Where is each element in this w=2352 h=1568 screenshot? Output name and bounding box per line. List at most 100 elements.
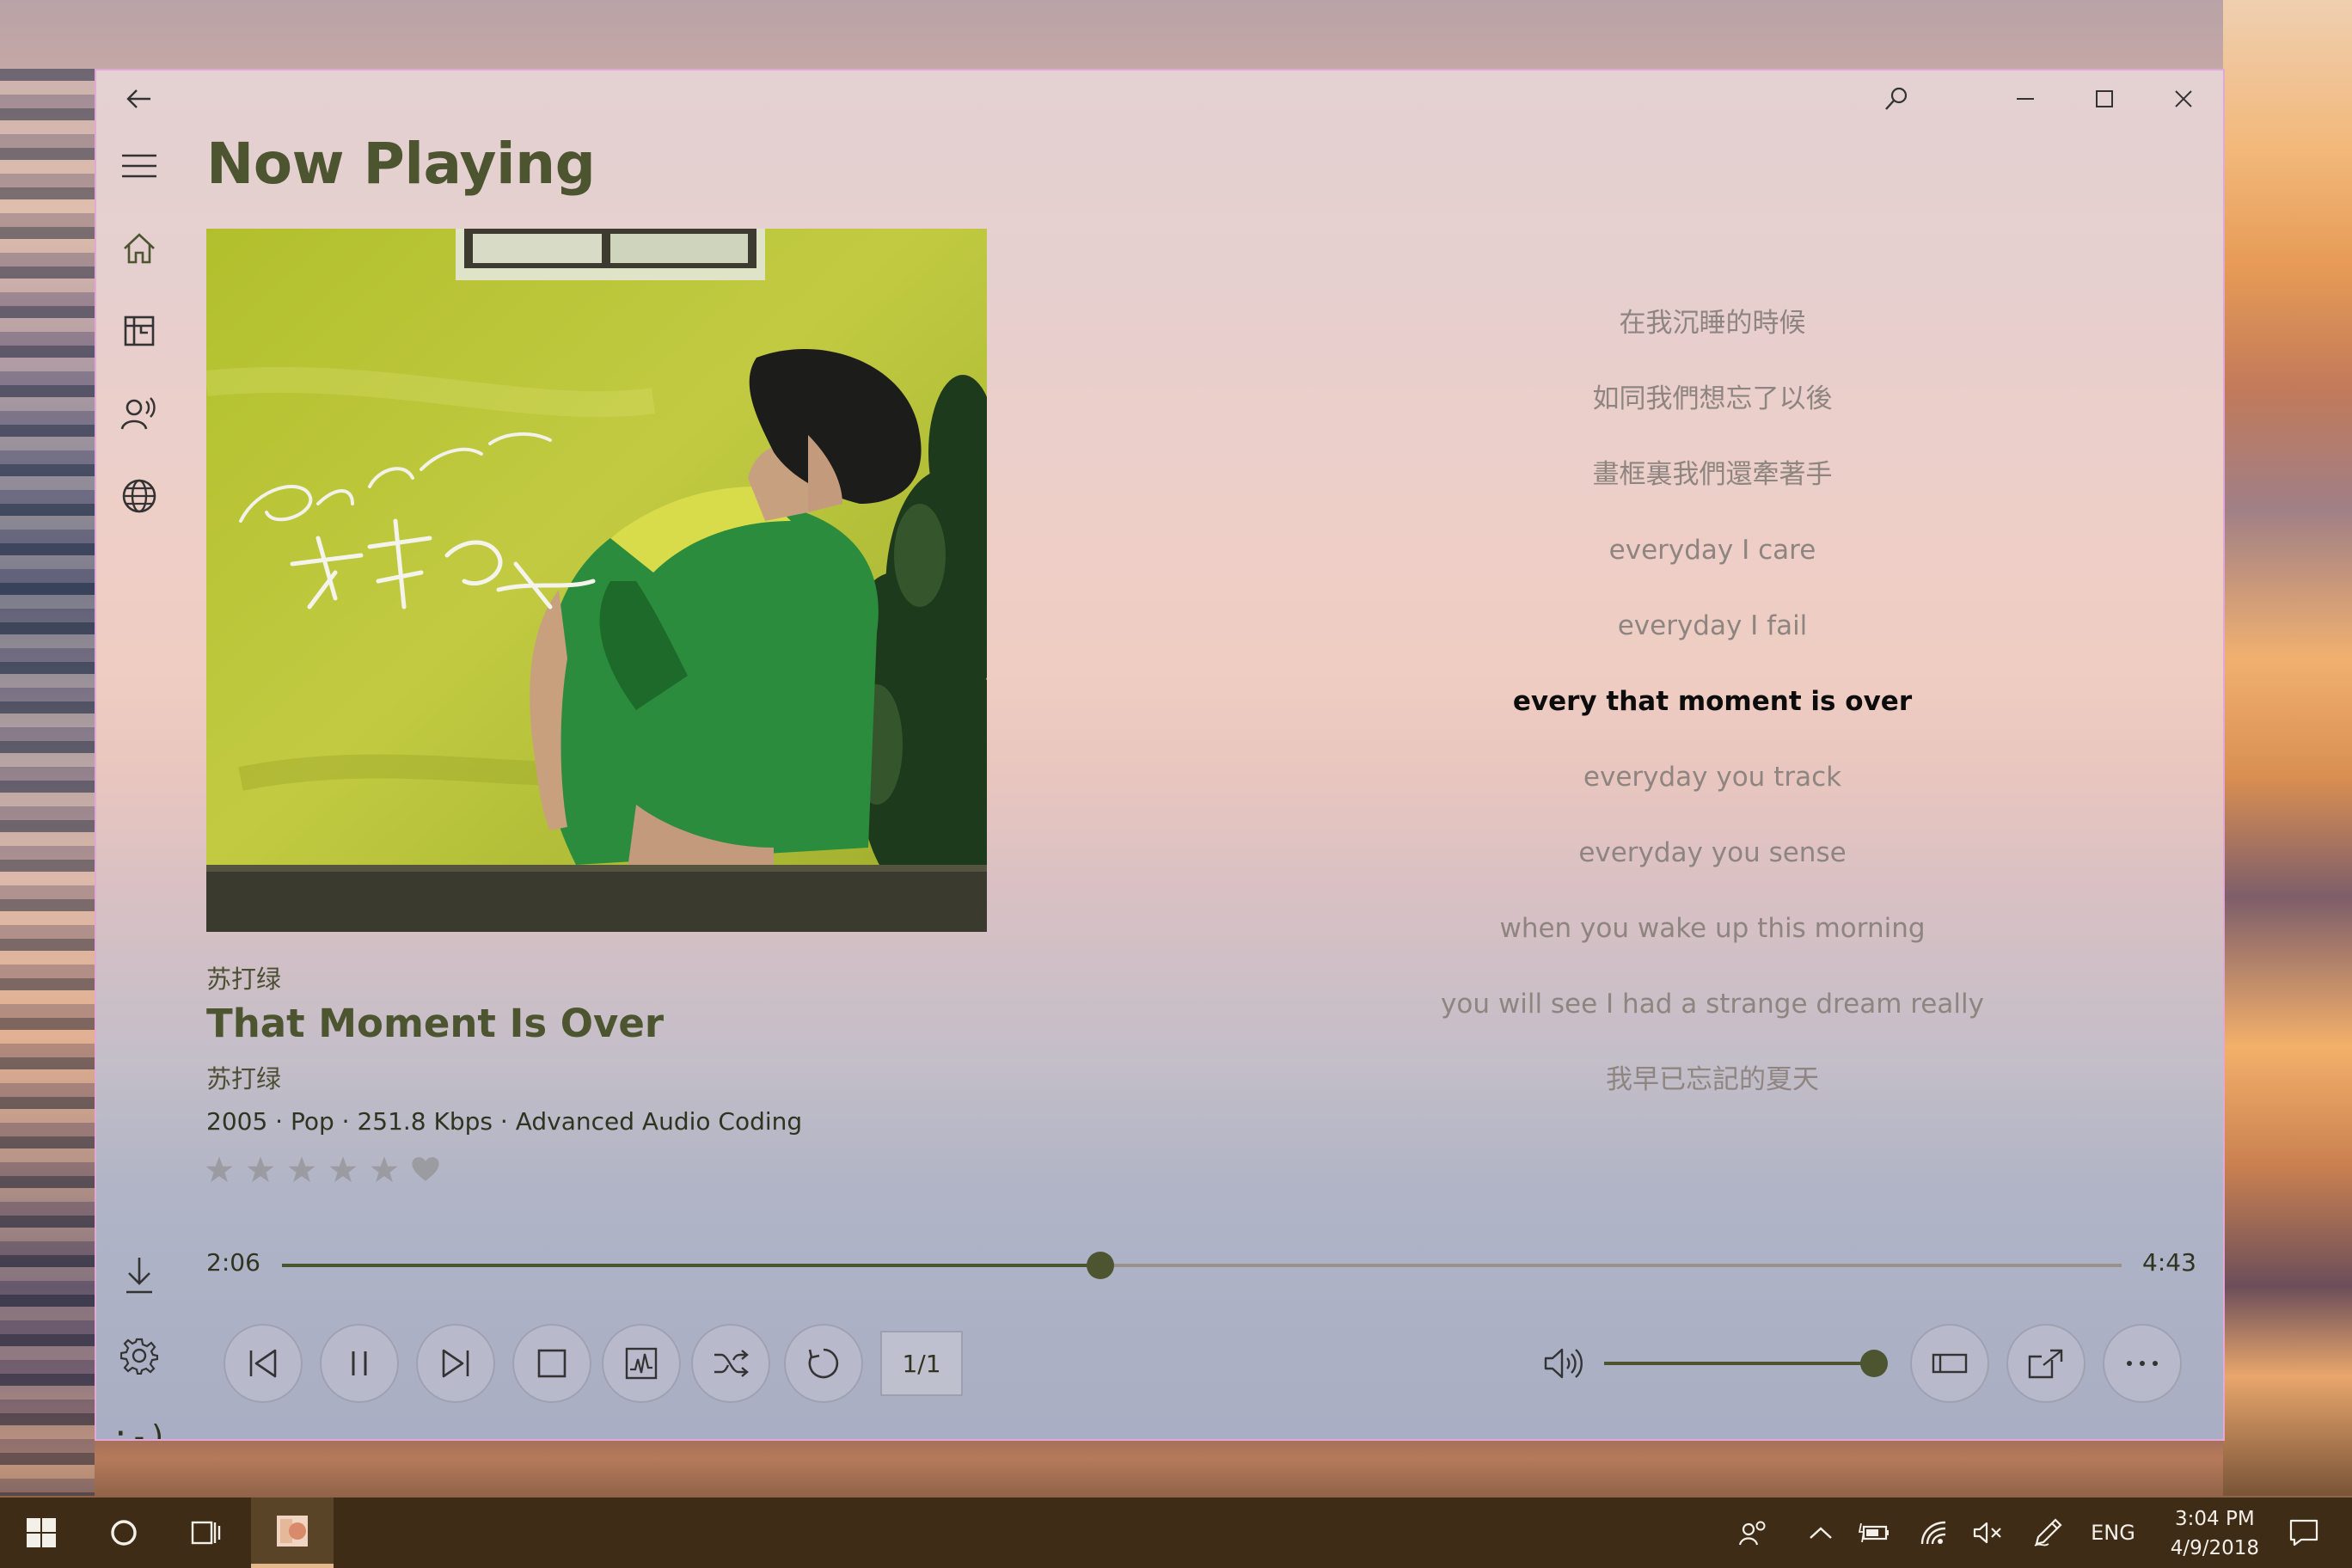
nav-home[interactable] (96, 210, 182, 287)
back-arrow-icon (126, 89, 150, 108)
stop-icon (537, 1349, 567, 1378)
taskbar-app-music-player[interactable] (251, 1498, 334, 1568)
rating-bar (205, 1155, 440, 1185)
maximize-icon (2096, 90, 2113, 107)
pen-workspace-button[interactable] (2022, 1498, 2073, 1568)
lyric-line[interactable]: everyday I care (1326, 512, 2099, 588)
track-album[interactable]: 苏打绿 (206, 1059, 281, 1095)
lyric-line[interactable]: everyday you track (1326, 739, 2099, 815)
nav-library[interactable] (96, 292, 182, 370)
people-button[interactable] (1728, 1498, 1779, 1568)
track-artist[interactable]: 苏打绿 (206, 959, 281, 995)
task-view-button[interactable] (165, 1498, 248, 1568)
notifications-icon (2289, 1519, 2318, 1547)
settings-icon (120, 1338, 158, 1375)
rating-star-1[interactable] (205, 1155, 234, 1185)
hamburger-menu-icon (122, 154, 156, 178)
volume-slider-thumb[interactable] (1860, 1350, 1888, 1377)
previous-icon (249, 1349, 277, 1378)
back-button[interactable] (100, 70, 179, 127)
lyric-line[interactable]: everyday you sense (1326, 815, 2099, 891)
action-center-button[interactable] (2269, 1498, 2338, 1568)
track-info: 2005 · Pop · 251.8 Kbps · Advanced Audio… (206, 1107, 803, 1136)
volume-muted-icon (1973, 1522, 2001, 1544)
nav-settings[interactable] (96, 1317, 182, 1394)
share-icon (2028, 1349, 2063, 1379)
volume-button[interactable] (1540, 1343, 1589, 1384)
volume-slider-track[interactable] (1604, 1362, 1871, 1365)
cortana-icon (111, 1520, 137, 1546)
show-hidden-icons-button[interactable] (1797, 1498, 1845, 1568)
clock[interactable]: 3:04 PM 4/9/2018 (2171, 1504, 2259, 1563)
input-language[interactable]: ENG (2084, 1498, 2142, 1568)
repeat-icon (808, 1348, 839, 1379)
clock-date: 4/9/2018 (2170, 1537, 2259, 1559)
share-button[interactable] (2006, 1324, 2086, 1403)
lyric-line[interactable]: 如同我們想忘了以後 (1326, 361, 2099, 437)
compact-view-button[interactable] (1910, 1324, 1989, 1403)
volume-mute-button[interactable] (1963, 1498, 2012, 1568)
nav-feedback[interactable]: ;-) (96, 1398, 182, 1440)
lyric-line-active[interactable]: every that moment is over (1326, 664, 2099, 739)
wifi-button[interactable] (1910, 1498, 1958, 1568)
rating-star-4[interactable] (328, 1155, 358, 1185)
title-bar (96, 70, 2223, 127)
visualizer-button[interactable] (602, 1324, 681, 1403)
lyric-line[interactable]: 我早已忘記的夏天 (1326, 1042, 2099, 1118)
more-button[interactable] (2103, 1324, 2182, 1403)
wallpaper-streak-right (2223, 0, 2352, 1496)
people-icon (1739, 1521, 1766, 1546)
close-icon (2175, 90, 2192, 107)
battery-button[interactable] (1850, 1498, 1898, 1568)
lyric-line[interactable]: 在我沉睡的時候 (1326, 285, 2099, 361)
lyric-line[interactable]: 畫框裏我們還牽著手 (1326, 437, 2099, 512)
wifi-icon (1920, 1521, 1946, 1545)
rating-star-2[interactable] (246, 1155, 275, 1185)
home-icon (124, 233, 155, 264)
nav-downloads[interactable] (96, 1236, 182, 1314)
download-icon (126, 1258, 152, 1294)
pause-icon (352, 1351, 367, 1375)
task-view-icon (191, 1521, 221, 1545)
repeat-button[interactable] (784, 1324, 863, 1403)
compact-view-icon (1932, 1353, 1968, 1374)
clock-time: 3:04 PM (2175, 1508, 2255, 1530)
search-icon (1885, 87, 1908, 110)
next-button[interactable] (416, 1324, 495, 1403)
windows-logo-icon (27, 1518, 56, 1547)
lyric-line[interactable]: everyday I fail (1326, 588, 2099, 664)
seek-thumb[interactable] (1087, 1252, 1115, 1279)
stop-button[interactable] (512, 1324, 591, 1403)
shuffle-button[interactable] (691, 1324, 770, 1403)
previous-button[interactable] (224, 1324, 303, 1403)
page-title: Now Playing (206, 131, 596, 197)
app-window: ;-) Now Playing 苏打绿 That Moment Is Over … (95, 69, 2225, 1441)
nav-artists[interactable] (96, 375, 182, 452)
visualizer-icon (625, 1347, 658, 1380)
nav-rail: ;-) (96, 127, 182, 1439)
shuffle-icon (714, 1350, 749, 1377)
search-button[interactable] (1857, 70, 1936, 127)
start-button[interactable] (0, 1498, 83, 1568)
lyric-line[interactable]: when you wake up this morning (1326, 891, 2099, 966)
pen-icon (2034, 1518, 2062, 1547)
lyric-line[interactable]: you will see I had a strange dream reall… (1326, 966, 2099, 1042)
heart-icon[interactable] (411, 1155, 440, 1185)
close-button[interactable] (2144, 70, 2223, 127)
lyrics-panel: 在我沉睡的時候 如同我們想忘了以後 畫框裏我們還牽著手 everyday I c… (1326, 285, 2099, 1118)
globe-icon (122, 479, 156, 513)
rating-star-5[interactable] (370, 1155, 399, 1185)
artists-icon (120, 397, 156, 430)
minimize-icon (2017, 98, 2034, 100)
minimize-button[interactable] (1986, 70, 2065, 127)
rating-star-3[interactable] (287, 1155, 316, 1185)
pause-button[interactable] (320, 1324, 399, 1403)
seek-fill (282, 1264, 1101, 1267)
cortana-button[interactable] (83, 1498, 165, 1568)
wallpaper-streak-left (0, 69, 95, 1496)
total-time: 4:43 (2142, 1248, 2196, 1277)
queue-position-button[interactable]: 1/1 (880, 1331, 963, 1396)
hamburger-menu-button[interactable] (96, 127, 182, 205)
maximize-button[interactable] (2065, 70, 2144, 127)
nav-online[interactable] (96, 457, 182, 535)
